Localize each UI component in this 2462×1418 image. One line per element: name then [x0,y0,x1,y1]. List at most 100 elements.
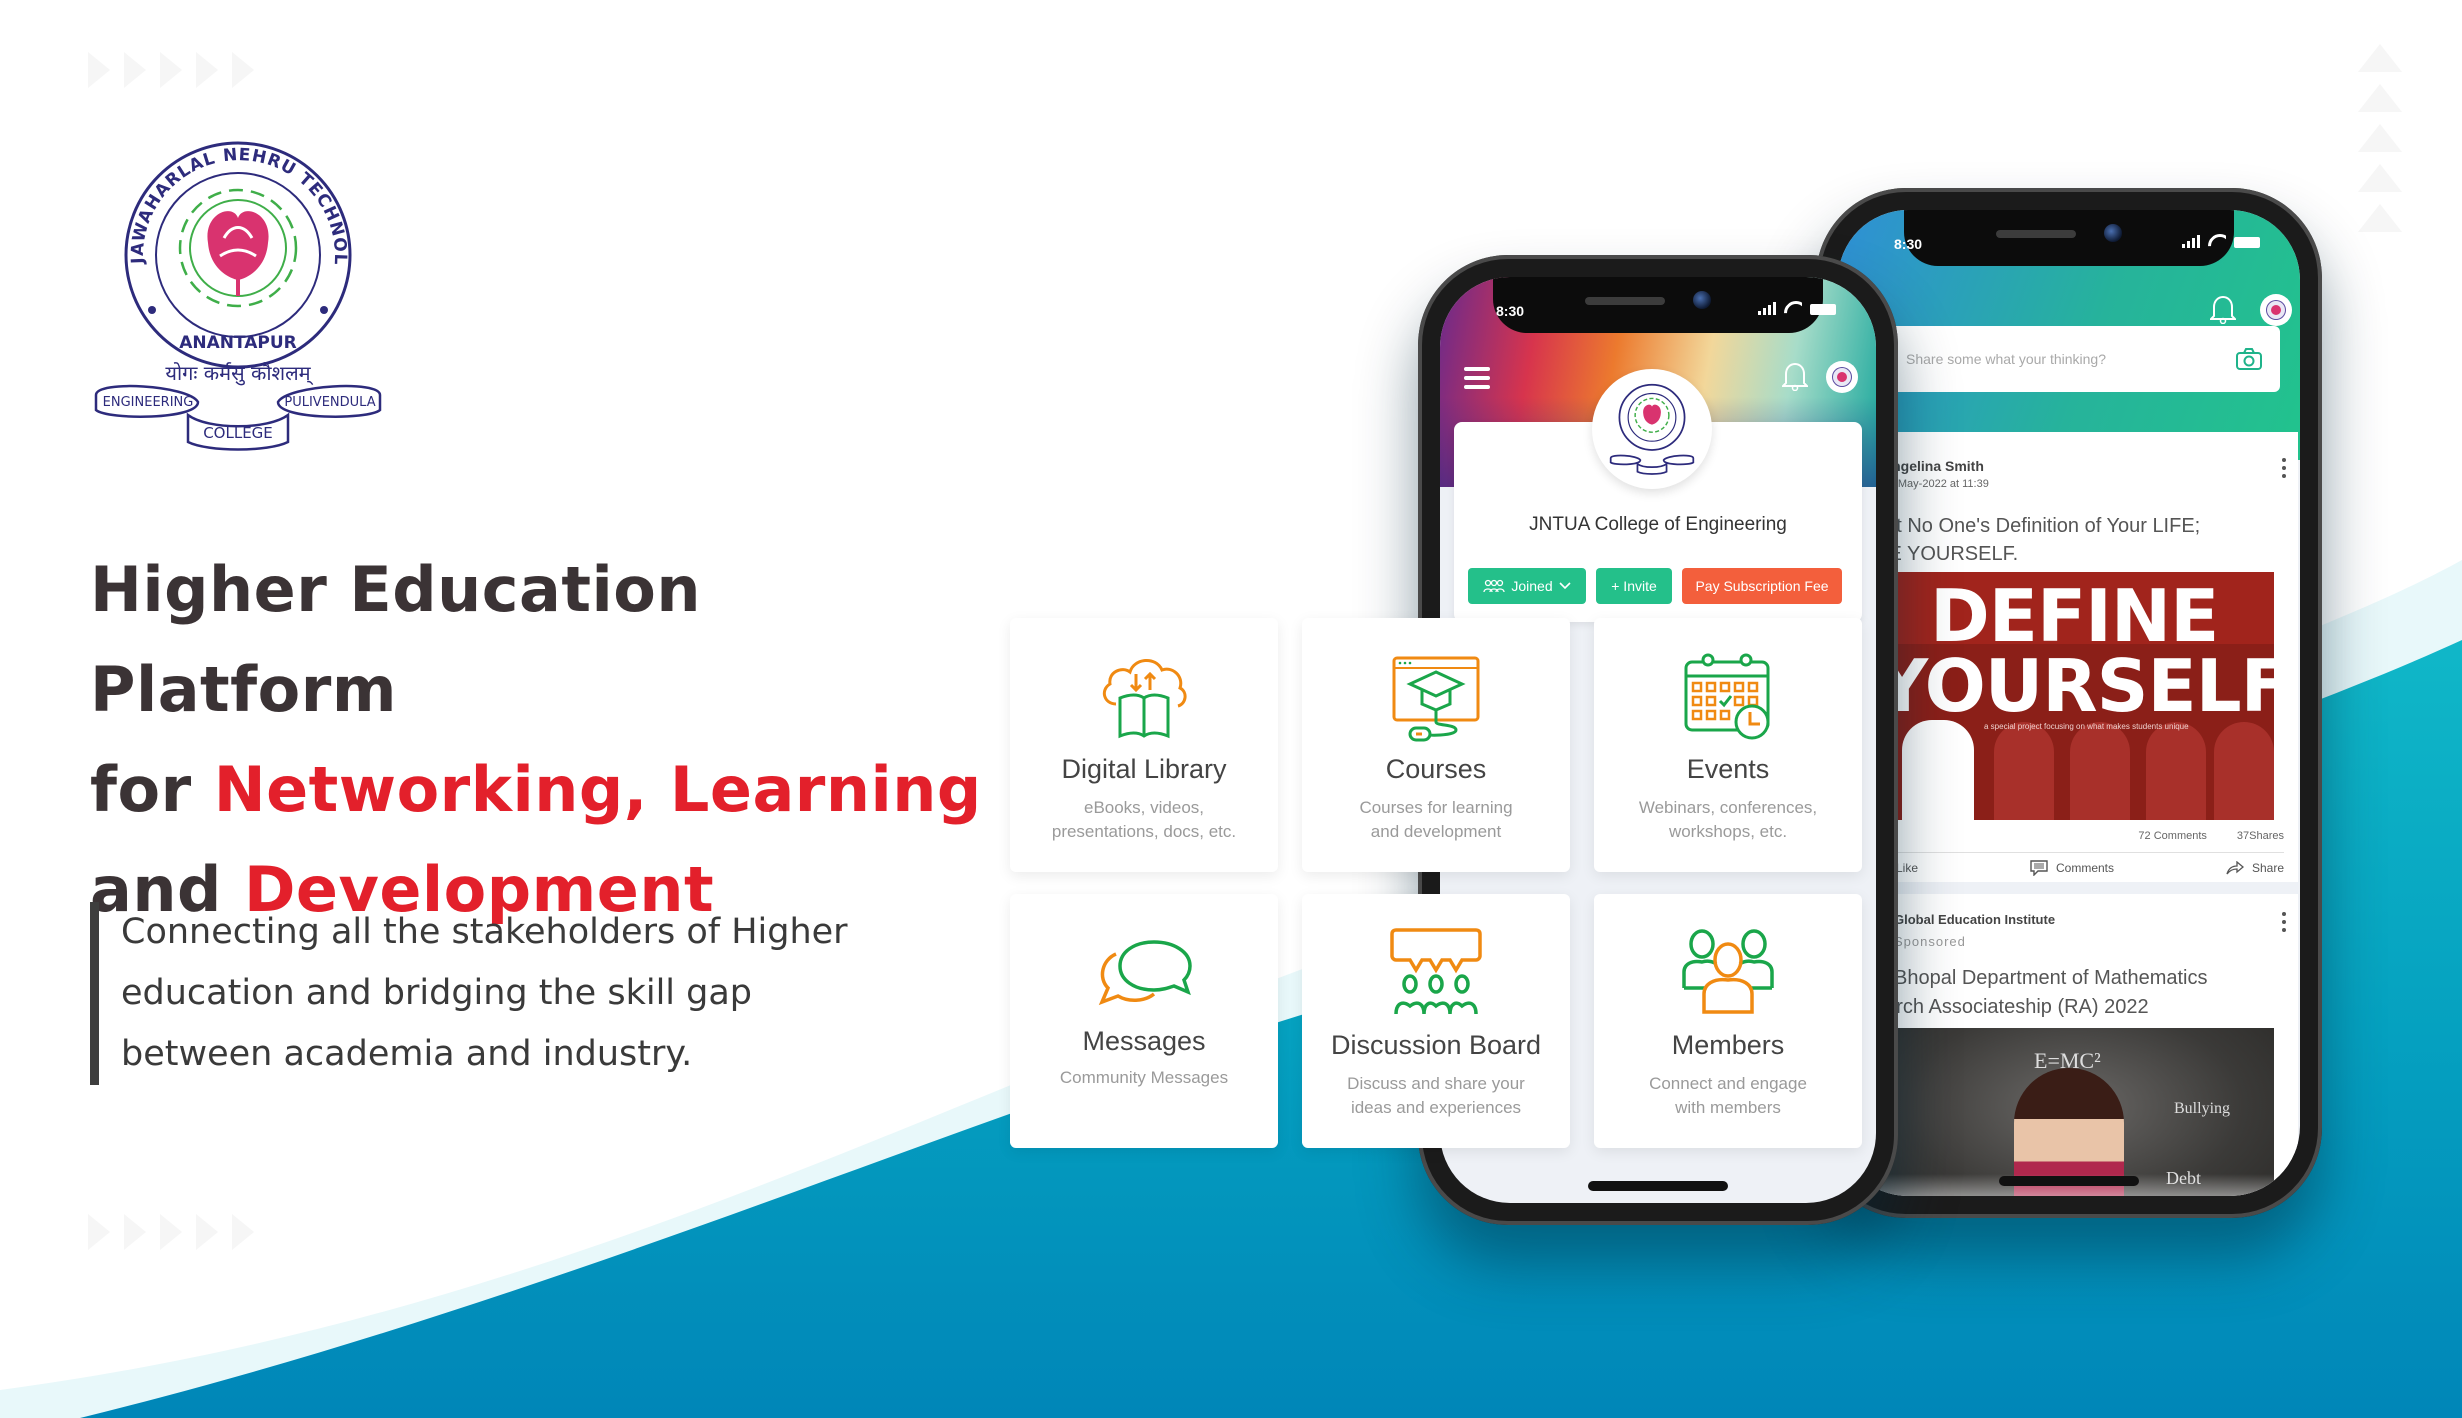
discussion-group-icon [1390,928,1482,1015]
chevron-down-icon [1559,582,1571,590]
more-options-icon[interactable] [2282,458,2286,478]
sponsored-label: Sponsored [1894,934,1966,949]
headline-line-1: Higher Education Platform [90,553,701,726]
sponsored-post: Global Education Institute Sponsored R B… [1868,894,2298,1196]
more-options-icon[interactable] [2282,912,2286,932]
profile-avatar[interactable] [2260,294,2292,326]
org-logo [1592,369,1712,489]
post-image-chalkboard[interactable]: E=MC² Bullying Debt [1874,1028,2274,1196]
image-title-yourself: YOURSELF [1876,644,2274,728]
camera-upload-icon[interactable] [2236,348,2262,370]
battery-icon [2234,237,2260,248]
members-icon [1682,929,1774,1014]
feature-card-digital-library[interactable]: Digital Library eBooks, videos, presentat… [1010,618,1278,872]
invite-button[interactable]: + Invite [1596,568,1672,604]
status-icons [1758,301,1836,315]
likes-count: ike [1874,830,2138,842]
comments-label: Comments [2055,861,2114,875]
camera-icon [2104,224,2122,242]
post-date: 16-May-2022 at 11:39 [1882,478,1989,490]
feed-post: Angelina Smith 16-May-2022 at 11:39 ept … [1868,432,2298,882]
decorative-arrows-top [88,52,254,88]
post-text-line: earch Associateship (RA) 2022 [1874,996,2149,1018]
logo-ribbon-right: PULIVENDULA [284,395,375,410]
feature-desc: Webinars, conferences, workshops, etc. [1638,798,1818,841]
feature-card-events[interactable]: Events Webinars, conferences, workshops, … [1594,618,1862,872]
wifi-icon [2208,234,2226,248]
post-text: R Bhopal Department of Mathematics earch… [1874,964,2208,1022]
comments-count[interactable]: 72 Comments [2138,830,2206,842]
signal-icon [2182,235,2200,248]
page-headline: Higher Education Platform for Networking… [90,540,990,940]
joined-label: Joined [1511,578,1553,594]
profile-avatar[interactable] [1826,361,1858,393]
feature-card-messages[interactable]: Messages Community Messages [1010,894,1278,1148]
headline-line-2-prefix: for [90,753,214,826]
chat-bubbles-icon [1098,940,1192,1006]
feature-desc: Courses for learning and development [1359,798,1513,841]
signal-icon [1758,302,1776,315]
logo-ribbon-left: ENGINEERING [103,395,194,410]
feature-title: Courses [1385,754,1487,784]
like-label: Like [1896,861,1919,875]
comments-button[interactable]: Comments [2030,860,2114,876]
sponsor-name[interactable]: Global Education Institute [1894,912,2055,927]
headline-line-2: for Networking, Learning [90,740,990,840]
status-time: 8:30 [1894,236,1923,252]
decorative-triangles [2358,44,2402,232]
jntua-college-logo: JAWAHARLAL NEHRU TECHNOLOGICAL UNIVERSIT… [88,130,382,451]
compose-placeholder: Share some what your thinking? [1906,351,2106,367]
wifi-icon [1784,301,1802,315]
logo-city: ANANTAPUR [179,333,297,353]
feature-card-discussion-board[interactable]: Discussion Board Discuss and share your i… [1302,894,1570,1148]
shares-count[interactable]: 37Shares [2237,830,2284,842]
decorative-arrows-bottom [88,1214,254,1250]
image-caption: a special project focusing on what makes… [1984,722,2189,731]
post-stats: ike 72 Comments 37Shares [1874,830,2284,842]
feature-title: Members [1671,1030,1785,1060]
post-image-define-yourself[interactable]: DEFINE YOURSELF a special project focusi… [1874,572,2274,820]
compose-post-input[interactable]: Share some what your thinking? [1856,326,2280,392]
comment-icon [2030,860,2048,876]
profile-actions: Joined + Invite Pay Subscription Fee [1468,568,1842,604]
status-time: 8:30 [1496,303,1525,319]
home-indicator [1588,1181,1728,1191]
feature-title: Discussion Board [1330,1030,1542,1060]
feature-desc: eBooks, videos, presentations, docs, etc. [1051,798,1237,841]
divider [1874,852,2284,853]
share-icon [2226,861,2244,875]
menu-icon[interactable] [1464,367,1490,389]
battery-icon [1810,304,1836,315]
home-indicator [1999,1176,2139,1186]
post-text: ept No One's Definition of Your LIFE; NE… [1874,512,2200,568]
logo-ribbon-center: COLLEGE [203,424,273,442]
feature-desc: Discuss and share your ideas and experien… [1347,1074,1525,1117]
logo-motto: योगः कर्मसु कौशलम् [165,361,313,386]
bell-icon[interactable] [2210,294,2236,324]
status-icons [2182,234,2260,248]
cloud-book-icon [1102,659,1187,739]
post-actions: Like Comments Share [1874,860,2284,876]
feature-card-courses[interactable]: Courses Courses for learning and developm… [1302,618,1570,872]
bell-icon[interactable] [1782,361,1808,391]
post-text-line: R Bhopal Department of Mathematics [1874,967,2208,989]
headline-accent-networking: Networking, Learning [213,753,982,826]
share-label: Share [2251,861,2284,875]
feature-desc: Connect and engage with members [1649,1074,1807,1117]
tagline-line: between academia and industry. [121,1034,693,1074]
tagline-block: Connecting all the stakeholders of Highe… [90,902,910,1085]
post-text-line: NE YOURSELF. [1874,543,2019,565]
joined-dropdown-button[interactable]: Joined [1468,568,1586,604]
pay-subscription-button[interactable]: Pay Subscription Fee [1682,568,1842,604]
feature-title: Messages [1082,1026,1206,1056]
tagline-line: Connecting all the stakeholders of Highe… [121,912,848,952]
chalk-word: Bullying [2174,1100,2231,1117]
calendar-clock-icon [1684,653,1770,740]
share-button[interactable]: Share [2226,860,2284,876]
group-icon [1483,579,1506,593]
feature-desc: Community Messages [1059,1068,1229,1087]
feature-card-members[interactable]: Members Connect and engage with members [1594,894,1862,1148]
feature-title: Events [1686,754,1770,784]
phone-feed-screen: 8:30 Share some what your thinking? Ange… [1838,210,2300,1196]
feature-title: Digital Library [1061,754,1227,784]
